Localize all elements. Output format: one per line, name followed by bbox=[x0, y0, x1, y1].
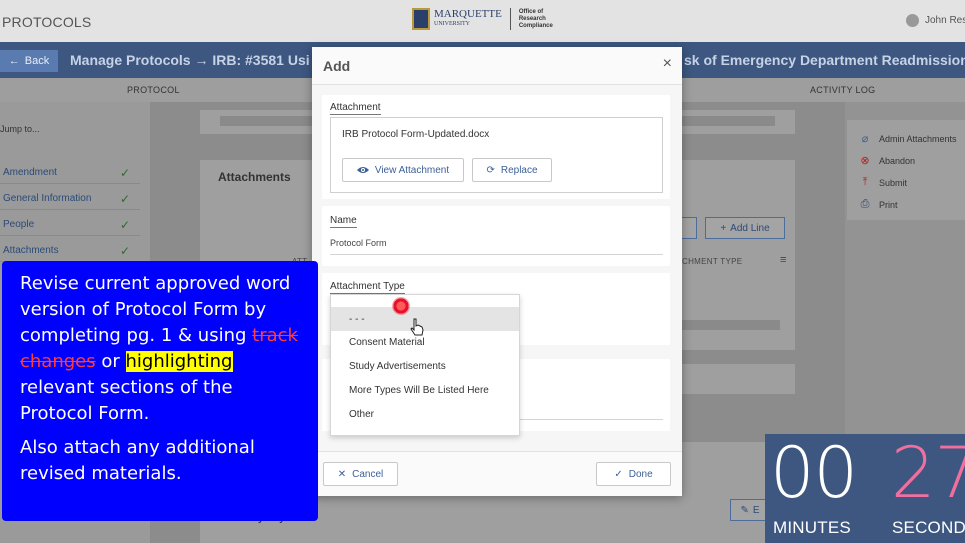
sidebar-item-people[interactable]: People ✓ bbox=[0, 214, 140, 236]
sidebar-item-attachments[interactable]: Attachments ✓ bbox=[0, 240, 140, 262]
done-button[interactable]: ✓ Done bbox=[596, 462, 671, 486]
submit-icon: ⤒ bbox=[862, 176, 868, 188]
cancel-button[interactable]: ✕ Cancel bbox=[323, 462, 398, 486]
dropdown-option-more-types[interactable]: More Types Will Be Listed Here bbox=[331, 378, 519, 402]
dropdown-option-other[interactable]: Other bbox=[331, 402, 519, 426]
sidebar-item-label: Amendment bbox=[3, 167, 57, 178]
hand-cursor-icon bbox=[410, 318, 424, 336]
instruction-part-1: Revise current approved word version of … bbox=[20, 273, 291, 346]
actions-card: ⌀ Admin Attachments ⊗ Abandon ⤒ Submit ⎙… bbox=[847, 120, 965, 220]
check-icon: ✓ bbox=[119, 165, 130, 180]
check-icon: ✓ bbox=[119, 243, 130, 258]
back-button[interactable]: ← Back bbox=[0, 50, 58, 72]
name-label: Name bbox=[330, 215, 357, 228]
cancel-label: Cancel bbox=[352, 468, 384, 480]
avatar bbox=[906, 14, 919, 27]
timer-seconds: 27 bbox=[891, 434, 965, 514]
tab-activity-log[interactable]: ACTIVITY LOG bbox=[810, 85, 875, 95]
jump-to-select[interactable]: Jump to... bbox=[0, 124, 150, 134]
user-name: John Res bbox=[925, 15, 965, 26]
attachment-type-dropdown: - - - Consent Material Study Advertiseme… bbox=[330, 294, 520, 436]
action-label: Admin Attachments bbox=[879, 133, 957, 144]
timer-seconds-label: SECOND bbox=[892, 518, 965, 537]
checkmark-icon: ✓ bbox=[614, 468, 623, 480]
university-seal-icon bbox=[412, 8, 430, 30]
timer-minutes: 00 bbox=[770, 434, 858, 514]
edit-label: E bbox=[752, 504, 760, 516]
sidebar-item-amendment[interactable]: Amendment ✓ bbox=[0, 162, 140, 184]
page-title: Manage Protocols → IRB: #3581 Usi bbox=[70, 52, 310, 68]
pencil-icon: ✎ bbox=[740, 504, 749, 516]
print-action[interactable]: ⎙ Print bbox=[859, 198, 898, 211]
attachment-label: Attachment bbox=[330, 102, 381, 115]
top-bar: PROTOCOLS MARQUETTE UNIVERSITY Office of… bbox=[0, 0, 965, 42]
instruction-text: Revise current approved word version of … bbox=[20, 271, 300, 427]
abandon-icon: ⊗ bbox=[860, 155, 870, 167]
column-header-attachment-type: CHMENT TYPE bbox=[682, 257, 743, 266]
instruction-highlight-text: highlighting bbox=[125, 351, 233, 372]
click-indicator-icon bbox=[392, 297, 410, 315]
dropdown-option-consent-material[interactable]: Consent Material bbox=[331, 330, 519, 354]
attachment-box: IRB Protocol Form-Updated.docx View Atta… bbox=[330, 117, 663, 193]
sidebar-item-label: General Information bbox=[3, 193, 92, 204]
university-logo: MARQUETTE UNIVERSITY Office of Research … bbox=[412, 8, 569, 30]
modal-footer: ✕ Cancel ✓ Done bbox=[312, 451, 682, 496]
name-field[interactable]: Protocol Form bbox=[330, 238, 387, 248]
admin-attachments-action[interactable]: ⌀ Admin Attachments bbox=[859, 132, 957, 145]
close-icon[interactable]: × bbox=[663, 55, 672, 73]
view-attachment-label: View Attachment bbox=[374, 164, 450, 176]
paperclip-icon: ⌀ bbox=[861, 133, 869, 145]
sidebar-item-label: People bbox=[3, 219, 35, 230]
name-section: Name Protocol Form bbox=[322, 206, 670, 266]
print-icon: ⎙ bbox=[860, 198, 870, 210]
countdown-timer: 00 27 MINUTES SECOND bbox=[765, 434, 965, 543]
plus-icon: + bbox=[720, 222, 727, 234]
dropdown-option-blank[interactable]: - - - bbox=[331, 307, 519, 331]
name-field-underline bbox=[330, 254, 663, 255]
logo-divider bbox=[509, 8, 511, 30]
filter-icon[interactable]: ≡ bbox=[780, 254, 787, 266]
instruction-part-3: relevant sections of the Protocol Form. bbox=[20, 377, 233, 424]
page-title-continued: sk of Emergency Department Readmission bbox=[684, 52, 965, 68]
attachment-type-label: Attachment Type bbox=[330, 281, 405, 294]
modal-title: Add bbox=[323, 58, 351, 74]
add-line-label: Add Line bbox=[730, 222, 770, 234]
check-icon: ✓ bbox=[119, 217, 130, 232]
replace-button[interactable]: ⟳ Replace bbox=[472, 158, 552, 182]
sidebar-item-general-information[interactable]: General Information ✓ bbox=[0, 188, 140, 210]
app-name: PROTOCOLS bbox=[2, 14, 92, 30]
refresh-icon: ⟳ bbox=[486, 164, 495, 176]
scrollbar-thumb[interactable] bbox=[670, 320, 780, 330]
user-menu[interactable]: John Res bbox=[906, 14, 965, 27]
action-label: Submit bbox=[879, 177, 908, 188]
add-line-button[interactable]: + Add Line bbox=[705, 217, 785, 239]
back-label: Back bbox=[24, 55, 50, 67]
arrow-left-icon: ← bbox=[8, 55, 20, 67]
action-label: Abandon bbox=[879, 155, 916, 166]
logo-secondary: UNIVERSITY bbox=[434, 21, 470, 27]
done-label: Done bbox=[628, 468, 653, 480]
abandon-action[interactable]: ⊗ Abandon bbox=[859, 154, 915, 167]
submit-action[interactable]: ⤒ Submit bbox=[859, 176, 907, 189]
attachment-section: Attachment IRB Protocol Form-Updated.doc… bbox=[322, 95, 670, 199]
view-attachment-button[interactable]: View Attachment bbox=[342, 158, 464, 182]
tab-protocol[interactable]: PROTOCOL bbox=[127, 85, 180, 95]
eye-icon bbox=[356, 167, 369, 173]
attachments-header: Attachments bbox=[218, 170, 291, 184]
modal-header: Add × bbox=[312, 47, 682, 85]
attachment-file-name: IRB Protocol Form-Updated.docx bbox=[342, 129, 490, 140]
dropdown-option-study-advertisements[interactable]: Study Advertisements bbox=[331, 354, 519, 378]
instruction-callout: Revise current approved word version of … bbox=[2, 261, 318, 521]
timer-minutes-label: MINUTES bbox=[773, 518, 851, 537]
logo-office: Office of Research Compliance bbox=[518, 8, 553, 29]
replace-label: Replace bbox=[500, 164, 538, 176]
edit-button[interactable]: ✎ E bbox=[730, 499, 770, 521]
instruction-part-2: or bbox=[101, 351, 120, 372]
instruction-text-secondary: Also attach any additional revised mater… bbox=[20, 437, 255, 484]
check-icon: ✓ bbox=[119, 191, 130, 206]
sidebar-item-label: Attachments bbox=[3, 245, 59, 256]
close-icon: ✕ bbox=[337, 468, 347, 480]
action-label: Print bbox=[879, 199, 898, 210]
